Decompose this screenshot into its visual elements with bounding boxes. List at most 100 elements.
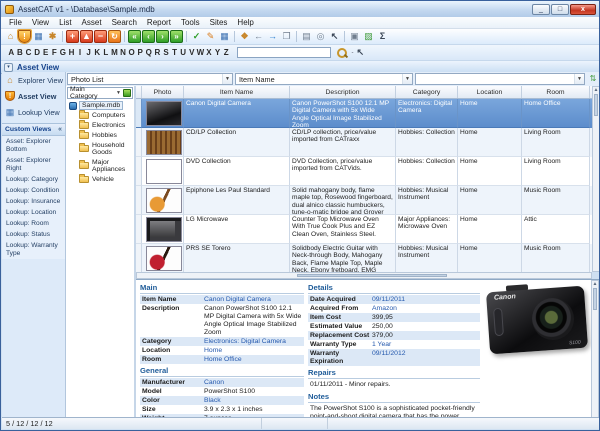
- menu-item[interactable]: Sites: [205, 18, 233, 27]
- menu-item[interactable]: View: [27, 18, 54, 27]
- toolbar-button[interactable]: «: [128, 30, 141, 43]
- letter-button[interactable]: Q: [145, 48, 154, 57]
- letter-button[interactable]: A: [7, 48, 16, 57]
- letter-button[interactable]: W: [196, 48, 205, 57]
- toolbar-button[interactable]: ▲: [80, 30, 93, 43]
- custom-view-item[interactable]: Lookup: Location: [2, 207, 65, 218]
- letter-button[interactable]: D: [33, 48, 42, 57]
- detail-vertical-scrollbar[interactable]: ▲: [591, 280, 599, 418]
- letter-button[interactable]: Y: [213, 48, 222, 57]
- letter-button[interactable]: J: [84, 48, 93, 57]
- tree-folder-node[interactable]: Electronics: [66, 120, 134, 130]
- column-header[interactable]: Category: [396, 86, 458, 98]
- toolbar-button[interactable]: ▤: [300, 30, 313, 43]
- tree-folder-node[interactable]: Household Goods: [66, 140, 134, 157]
- chevron-down-icon[interactable]: ▼: [574, 74, 584, 84]
- search-icon[interactable]: [336, 47, 348, 59]
- letter-button[interactable]: B: [16, 48, 25, 57]
- menu-item[interactable]: List: [54, 18, 76, 27]
- table-row[interactable]: LG Microwave Counter Top Microwave Oven …: [136, 215, 592, 244]
- tree-folder-node[interactable]: Computers: [66, 110, 134, 120]
- title-bar[interactable]: AssetCAT v1 - \Database\Sample.mdb _ □ x: [1, 1, 599, 17]
- letter-button[interactable]: S: [162, 48, 171, 57]
- custom-view-item[interactable]: Lookup: Insurance: [2, 196, 65, 207]
- custom-view-item[interactable]: Lookup: Room: [2, 218, 65, 229]
- toolbar-button[interactable]: ▨: [362, 30, 375, 43]
- view-list-combo[interactable]: Photo List ▼: [67, 73, 233, 85]
- letter-button[interactable]: G: [59, 48, 68, 57]
- toolbar-button[interactable]: ↻: [108, 30, 121, 43]
- column-header[interactable]: Item Name: [184, 86, 290, 98]
- toolbar-button[interactable]: »: [170, 30, 183, 43]
- pointer-mode-icon[interactable]: ↖: [356, 47, 364, 58]
- sort-field-combo[interactable]: Item Name ▼: [235, 73, 413, 85]
- column-header[interactable]: Room: [522, 86, 590, 98]
- toolbar-button[interactable]: ›: [156, 30, 169, 43]
- toolbar-button[interactable]: ◎: [314, 30, 327, 43]
- letter-button[interactable]: F: [50, 48, 59, 57]
- toolbar-button[interactable]: ✓: [190, 30, 203, 43]
- toolbar-button[interactable]: [62, 31, 63, 42]
- table-row[interactable]: Canon Digital Camera Canon PowerShot S10…: [136, 99, 592, 128]
- toolbar-button[interactable]: +: [66, 30, 79, 43]
- toolbar-button[interactable]: ❐: [280, 30, 293, 43]
- letter-button[interactable]: N: [119, 48, 128, 57]
- table-row[interactable]: DVD Collection DVD Collection, price/val…: [136, 157, 592, 186]
- letter-button[interactable]: C: [24, 48, 33, 57]
- toolbar-button[interactable]: ▦: [32, 30, 45, 43]
- chevron-down-icon[interactable]: ▼: [222, 74, 232, 84]
- letter-button[interactable]: X: [205, 48, 214, 57]
- tree-root-node[interactable]: Sample.mdb: [69, 101, 134, 110]
- toolbar-button[interactable]: ▣: [348, 30, 361, 43]
- toolbar-button[interactable]: ▦: [218, 30, 231, 43]
- letter-button[interactable]: E: [41, 48, 50, 57]
- sidebar-view-item[interactable]: ! Asset View: [2, 88, 65, 104]
- custom-view-item[interactable]: Asset: Explorer Bottom: [2, 136, 65, 155]
- toolbar-button[interactable]: [186, 31, 187, 42]
- custom-view-item[interactable]: Lookup: Status: [2, 229, 65, 240]
- grid-horizontal-scrollbar[interactable]: [136, 272, 592, 279]
- letter-button[interactable]: O: [127, 48, 136, 57]
- tree-folder-node[interactable]: Major Appliances: [66, 157, 134, 174]
- toolbar-button[interactable]: [124, 31, 125, 42]
- custom-view-item[interactable]: Asset: Explorer Right: [2, 155, 65, 174]
- pin-icon[interactable]: «: [58, 126, 62, 133]
- tree-folder-node[interactable]: Vehicle: [66, 174, 134, 184]
- letter-button[interactable]: K: [93, 48, 102, 57]
- toolbar-button[interactable]: ←: [252, 30, 265, 43]
- tree-folder-node[interactable]: Hobbies: [66, 130, 134, 140]
- table-row[interactable]: CD/LP Collection CD/LP collection, price…: [136, 128, 592, 157]
- letter-button[interactable]: Z: [222, 48, 231, 57]
- letter-button[interactable]: R: [153, 48, 162, 57]
- letter-button[interactable]: M: [110, 48, 119, 57]
- toolbar-button[interactable]: [234, 31, 235, 42]
- custom-view-item[interactable]: Lookup: Condition: [2, 185, 65, 196]
- grid-vertical-scrollbar[interactable]: ▲: [592, 86, 600, 272]
- toolbar-button[interactable]: −: [94, 30, 107, 43]
- filter-combo[interactable]: ▼: [415, 73, 585, 85]
- letter-button[interactable]: P: [136, 48, 145, 57]
- toolbar-button[interactable]: ✱: [46, 30, 59, 43]
- toolbar-button[interactable]: →: [266, 30, 279, 43]
- table-row[interactable]: PRS SE Torero Solidbody Electric Guitar …: [136, 244, 592, 272]
- letter-button[interactable]: L: [102, 48, 111, 57]
- menu-item[interactable]: Report: [142, 18, 176, 27]
- sidebar-view-item[interactable]: ▦ Lookup View: [2, 104, 65, 120]
- menu-item[interactable]: Asset: [77, 18, 107, 27]
- table-row[interactable]: Epiphone Les Paul Standard Solid mahogan…: [136, 186, 592, 215]
- grouping-combo[interactable]: Main Category ▼: [67, 87, 133, 99]
- toolbar-button[interactable]: ⌂: [4, 30, 17, 43]
- filter-funnel-icon[interactable]: [123, 89, 131, 97]
- sidebar-view-item[interactable]: ⌂ Explorer View: [2, 72, 65, 88]
- letter-button[interactable]: U: [179, 48, 188, 57]
- toolbar-button[interactable]: ❖: [238, 30, 251, 43]
- asset-photo[interactable]: Canon S100: [486, 284, 588, 354]
- sort-direction-icon[interactable]: ⇅: [587, 73, 599, 85]
- column-header[interactable]: Photo: [142, 86, 184, 98]
- toolbar-button[interactable]: ✎: [204, 30, 217, 43]
- toolbar-button[interactable]: [344, 31, 345, 42]
- toolbar-button[interactable]: ‹: [142, 30, 155, 43]
- letter-button[interactable]: I: [76, 48, 85, 57]
- column-header[interactable]: Location: [458, 86, 522, 98]
- search-dropdown-icon[interactable]: -: [351, 50, 353, 56]
